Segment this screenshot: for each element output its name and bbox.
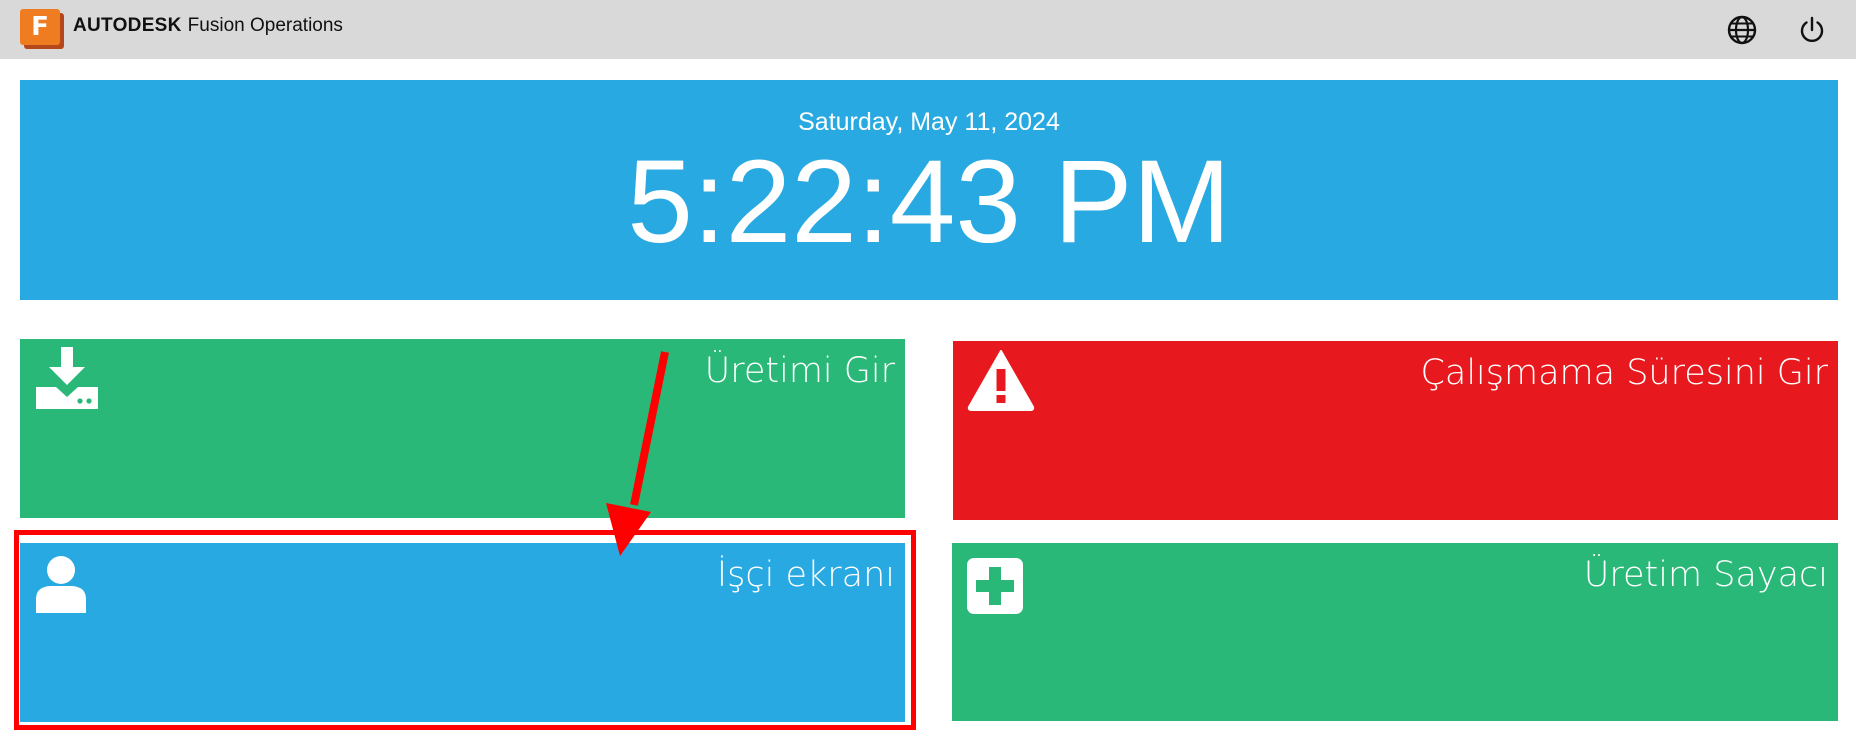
- tile-worker-screen[interactable]: İşçi ekranı: [20, 543, 905, 722]
- product-name: Fusion Operations: [187, 15, 343, 36]
- tile-label-worker-screen: İşçi ekranı: [716, 555, 895, 595]
- top-bar: F AUTODESK Fusion Operations: [0, 0, 1856, 59]
- clock-panel: Saturday, May 11, 2024 5:22:43 PM: [20, 80, 1838, 300]
- logo-letter: F: [20, 9, 60, 45]
- download-drive-icon: [34, 347, 100, 414]
- tile-label-production-counter: Üretim Sayacı: [1583, 555, 1828, 595]
- tile-label-enter-production: Üretimi Gir: [704, 351, 895, 391]
- globe-icon: [1727, 15, 1757, 45]
- user-icon: [34, 555, 90, 618]
- app-title: AUTODESK Fusion Operations: [73, 15, 343, 37]
- tile-enter-downtime[interactable]: Çalışmama Süresini Gir: [953, 341, 1838, 520]
- current-time: 5:22:43 PM: [627, 136, 1231, 268]
- tile-production-counter[interactable]: Üretim Sayacı: [952, 543, 1838, 721]
- power-icon: [1800, 16, 1824, 43]
- warning-icon: [967, 349, 1035, 416]
- brand-name: AUTODESK: [73, 15, 182, 36]
- power-button[interactable]: [1794, 12, 1830, 48]
- plus-square-icon: [966, 557, 1024, 620]
- fusion-logo: F: [20, 9, 64, 49]
- language-button[interactable]: [1724, 12, 1760, 48]
- tile-enter-production[interactable]: Üretimi Gir: [20, 339, 905, 518]
- tile-label-enter-downtime: Çalışmama Süresini Gir: [1420, 353, 1828, 393]
